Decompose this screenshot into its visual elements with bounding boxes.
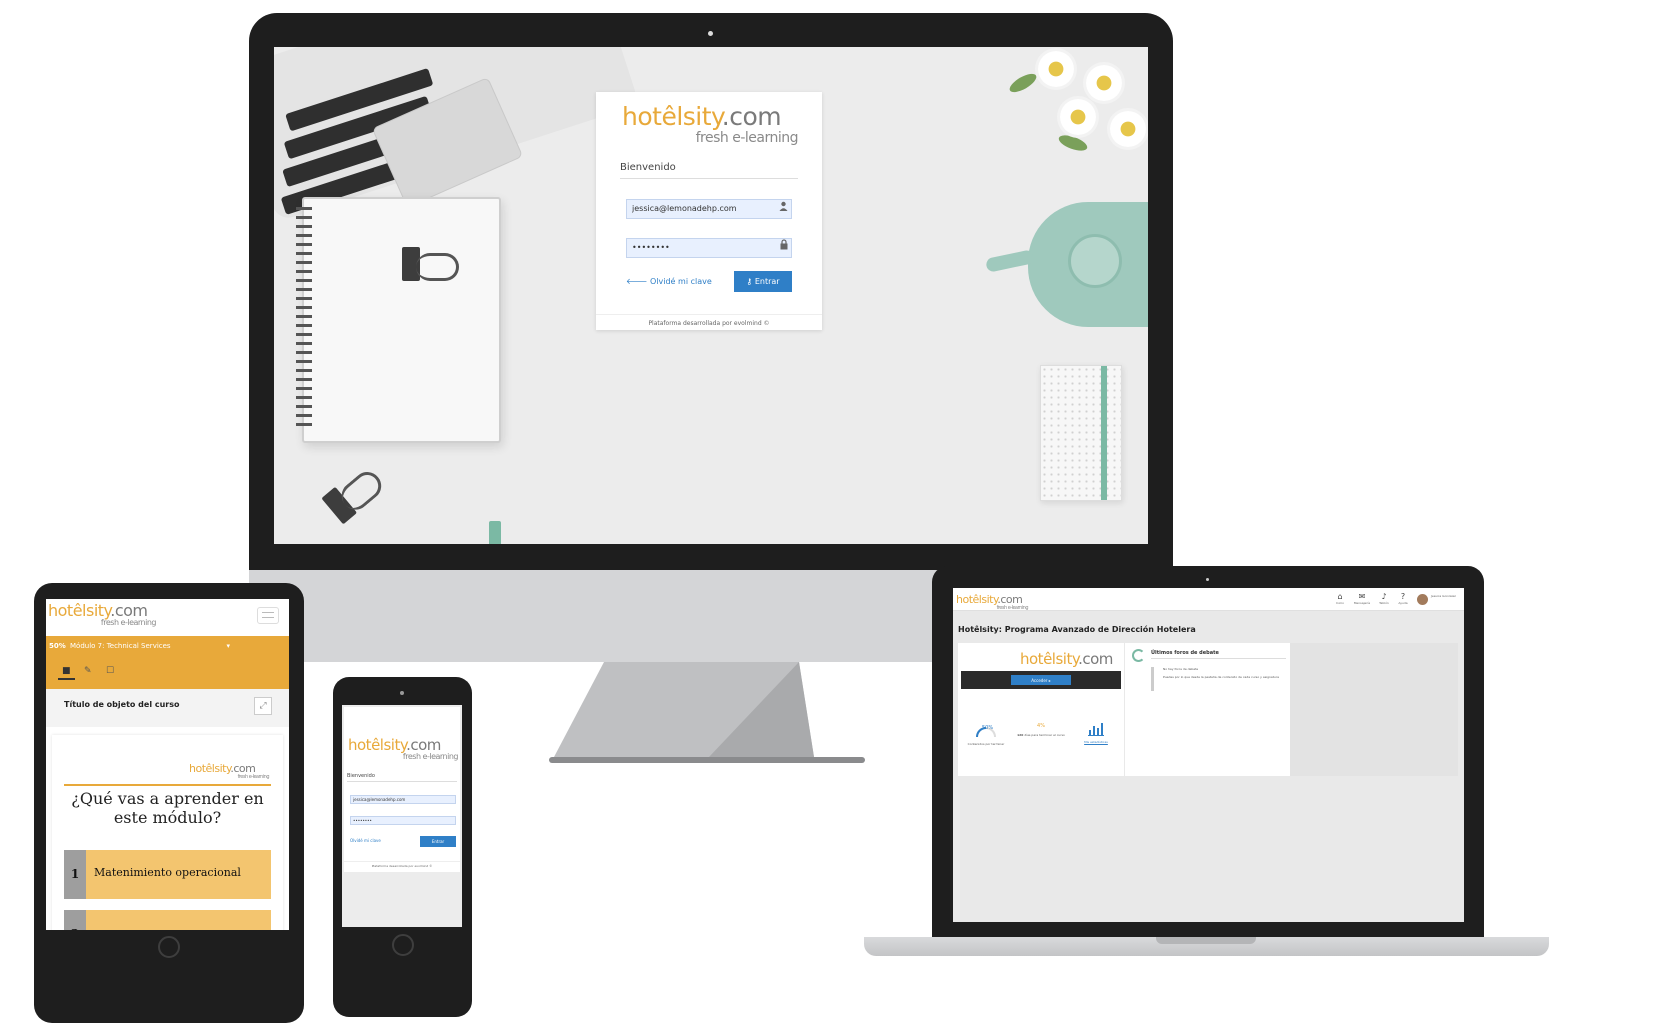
nav-home[interactable]: ⌂ Inicio <box>1331 592 1349 605</box>
hamburger-menu-icon[interactable] <box>257 607 279 624</box>
arrow-left-icon: 🡐 <box>626 277 648 286</box>
tab-book[interactable]: ■ <box>58 666 75 680</box>
home-icon: ⌂ <box>1337 592 1343 601</box>
lock-icon <box>780 239 788 250</box>
tablet-home-button <box>158 936 180 958</box>
laptop-notch <box>1156 937 1256 944</box>
forums-hint: Puedes por lo que desde la pestaña de co… <box>1163 675 1279 679</box>
chevron-down-icon: ▾ <box>226 642 230 650</box>
help-icon: ? <box>1400 592 1406 601</box>
module-select[interactable]: Módulo 7: Technical Services ▾ <box>70 639 230 653</box>
module-bar: 50% Módulo 7: Technical Services ▾ ■ ✎ ☐ <box>46 636 289 689</box>
course-logo: hotêlsity.com <box>1020 650 1113 668</box>
module-question: ¿Qué vas a aprender en este módulo? <box>71 789 264 827</box>
item-label: Matenimiento operacional <box>94 866 241 879</box>
enter-button[interactable]: ⚷ Entrar <box>734 271 792 292</box>
bell-icon: ♪ <box>1381 592 1387 601</box>
forums-empty: No hay foros de debate <box>1163 667 1199 671</box>
notepad-decoration <box>1040 365 1122 501</box>
monitor-screen: hotêlsity.com fresh e-learning Bienvenid… <box>274 47 1148 544</box>
phone-password-field[interactable] <box>350 816 456 825</box>
object-title: Título de objeto del curso <box>64 700 180 709</box>
module-content: hotêlsity.com fresh e-learning ¿Qué vas … <box>52 735 283 930</box>
stat-days: 4% 120 días para terminar el curso <box>1013 723 1069 737</box>
monitor-camera <box>708 31 713 36</box>
laptop: hotêlsity.com fresh e-learning ⌂ Inicio ✉… <box>864 566 1554 1012</box>
laptop-camera <box>1206 578 1209 581</box>
list-item[interactable]: 1 Matenimiento operacional <box>64 850 271 899</box>
binder-clip-icon <box>402 247 459 281</box>
tab-chat[interactable]: ✎ <box>84 666 92 676</box>
phone-email-field[interactable] <box>350 795 456 804</box>
nav-messages[interactable]: ✉ Mensajería <box>1350 592 1374 605</box>
stat-progress-value: 50% <box>982 725 994 731</box>
access-button[interactable]: Acceder ▸ <box>1011 675 1071 685</box>
stat-stats[interactable]: Mis estadísticas <box>1076 721 1116 744</box>
phone-camera <box>400 691 404 695</box>
stat-stats-label: Mis estadísticas <box>1084 740 1108 744</box>
forums-card: Últimos foros de debate No hay foros de … <box>1125 643 1290 776</box>
email-field-wrap <box>626 196 792 219</box>
phone-welcome: Bienvenido <box>347 773 457 782</box>
user-icon <box>779 201 788 211</box>
phone-logo: hotêlsity.com fresh e-learning <box>348 736 459 761</box>
user-menu[interactable]: Jessica Gonzalez <box>1431 594 1461 598</box>
content-logo: hotêlsity.com fresh e-learning <box>189 762 270 780</box>
laptop-screen: hotêlsity.com fresh e-learning ⌂ Inicio ✉… <box>953 588 1464 922</box>
forums-title: Últimos foros de debate <box>1151 650 1219 656</box>
notebook-decoration <box>296 197 501 544</box>
forums-divider <box>1151 658 1286 659</box>
item-number: 1 <box>64 850 86 899</box>
phone: hotêlsity.com fresh e-learning Bienvenid… <box>333 677 472 1017</box>
item-number: 2 <box>64 910 86 930</box>
forgot-password-link[interactable]: 🡐 Olvidé mi clave <box>626 276 712 286</box>
course-title: Hotêlsity: Programa Avanzado de Direcció… <box>958 625 1196 634</box>
monitor-stand <box>549 662 865 763</box>
phone-home-button <box>392 934 414 956</box>
phone-card: hotêlsity.com fresh e-learning Bienvenid… <box>344 707 460 872</box>
teapot-decoration <box>985 202 1148 327</box>
password-field-wrap <box>626 235 792 258</box>
avatar[interactable] <box>1417 594 1428 605</box>
expand-icon[interactable]: ⤢ <box>254 697 272 715</box>
login-card: hotêlsity.com fresh e-learning Bienvenid… <box>596 92 822 330</box>
platform-footer: Plataforma desarrollada por evolmind © <box>596 314 822 327</box>
phone-forgot-link[interactable]: Olvidé mi clave <box>350 838 381 843</box>
password-field[interactable] <box>626 237 792 258</box>
laptop-topbar: hotêlsity.com fresh e-learning ⌂ Inicio ✉… <box>953 588 1464 611</box>
tab-notes[interactable]: ☐ <box>106 666 114 676</box>
list-item[interactable]: 2 <box>64 910 271 930</box>
phone-footer: Plataforma desarrollada por evolmind © <box>344 861 460 868</box>
content-divider <box>64 784 271 786</box>
tablet: hotêlsity.com fresh e-learning 50% Módul… <box>34 583 304 1023</box>
flowers-decoration <box>998 47 1148 167</box>
forums-bar <box>1151 667 1154 691</box>
nav-board[interactable]: ♪ Tablón <box>1375 592 1393 605</box>
course-card: hotêlsity.com Acceder ▸ 50% Contenidos p… <box>958 643 1124 776</box>
play-icon: ▸ <box>1048 677 1051 683</box>
bar-chart-icon <box>1088 723 1104 736</box>
stat-days-value: 4% <box>1037 723 1045 729</box>
course-banner: Acceder ▸ <box>961 671 1121 689</box>
laptop-logo: hotêlsity.com fresh e-learning <box>956 593 1029 611</box>
brand-logo: hotêlsity.com fresh e-learning <box>622 102 799 146</box>
stat-progress: 50% Contenidos por terminar <box>966 723 1006 746</box>
object-title-bar: Título de objeto del curso ⤢ <box>46 689 289 727</box>
tablet-logo: hotêlsity.com fresh e-learning <box>48 601 157 627</box>
nav-help[interactable]: ? Ayuda <box>1394 592 1412 605</box>
stat-progress-label: Contenidos por terminar <box>967 742 1005 746</box>
email-field[interactable] <box>626 198 792 219</box>
welcome-heading: Bienvenido <box>620 162 798 179</box>
forum-icon <box>1132 649 1145 662</box>
key-icon: ⚷ <box>746 277 753 286</box>
phone-enter-button[interactable]: Entrar <box>420 836 456 847</box>
progress-badge: 50% <box>49 642 66 650</box>
tablet-screen: hotêlsity.com fresh e-learning 50% Módul… <box>46 599 289 930</box>
phone-screen: hotêlsity.com fresh e-learning Bienvenid… <box>342 705 462 927</box>
binder-clip-icon <box>321 464 387 525</box>
side-panel <box>1290 643 1458 776</box>
mail-icon: ✉ <box>1358 592 1366 601</box>
